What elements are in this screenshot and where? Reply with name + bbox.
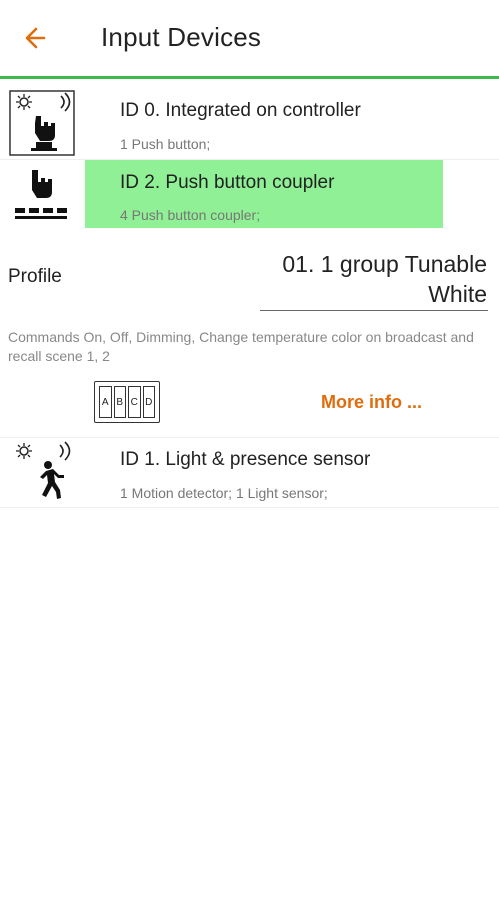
button-letter: C [128,386,141,418]
button-letter: D [142,386,155,418]
device-detail: 1 Push button; [120,136,211,152]
push-button-sensor-icon [9,90,75,161]
header-divider [0,76,499,79]
app-bar: Input Devices [0,0,499,76]
push-button-coupler-icon [12,164,72,231]
device-name: ID 0. Integrated on controller [120,100,361,121]
button-layout-icon: A B C D [94,381,160,423]
back-arrow-icon[interactable] [20,22,56,54]
page-title: Input Devices [101,22,262,52]
device-name: ID 1. Light & presence sensor [120,449,371,470]
profile-select[interactable]: 01. 1 group Tunable White [227,249,487,309]
profile-label: Profile [8,266,62,287]
profile-underline [260,310,488,311]
device-name: ID 2. Push button coupler [120,172,335,193]
device-detail: 4 Push button coupler; [120,207,261,223]
device-detail: 1 Motion detector; 1 Light sensor; [120,485,328,501]
profile-description: Commands On, Off, Dimming, Change temper… [8,329,474,364]
presence-sensor-icon [12,441,76,510]
button-letter: B [113,386,126,418]
more-info-link[interactable]: More info ... [321,392,422,413]
button-letter: A [99,386,112,418]
divider [0,437,499,438]
divider [0,507,499,508]
